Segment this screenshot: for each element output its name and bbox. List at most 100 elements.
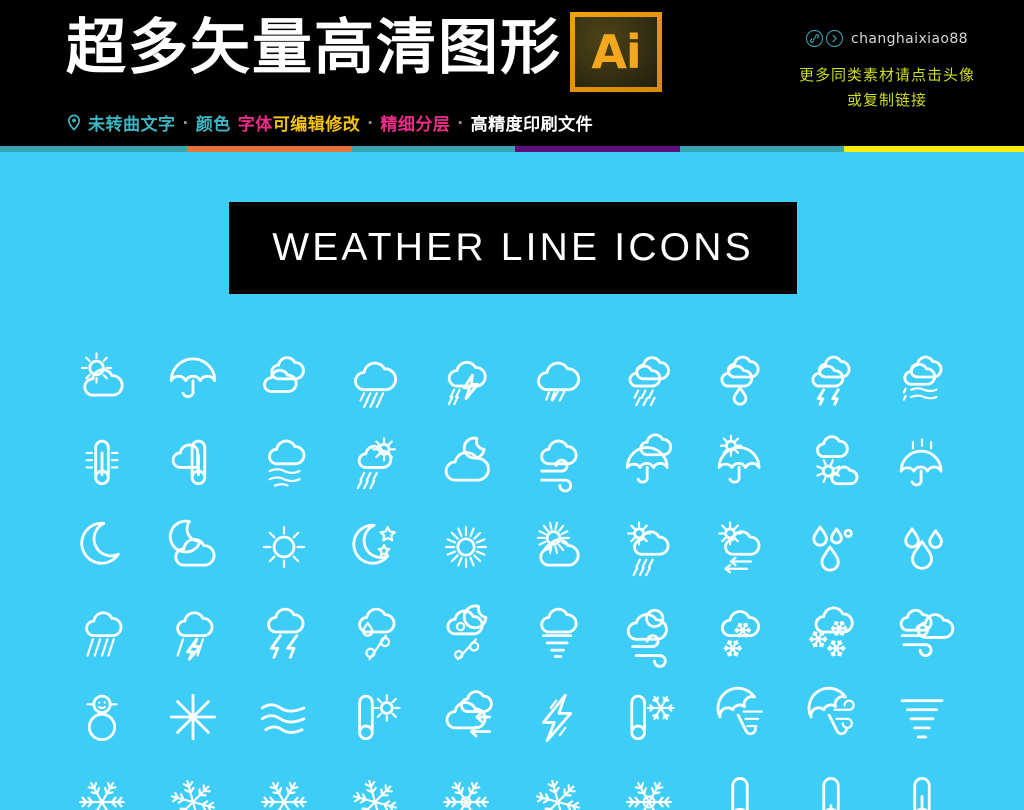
ai-logo-inner: Ai bbox=[575, 17, 657, 87]
icon-cell[interactable] bbox=[330, 334, 421, 419]
icon-cell[interactable] bbox=[56, 419, 147, 504]
icon-cell[interactable] bbox=[147, 759, 238, 810]
sun-cloud-arrows-icon bbox=[717, 520, 761, 573]
icon-cell[interactable] bbox=[877, 419, 968, 504]
icon-cell[interactable] bbox=[877, 334, 968, 419]
icon-cell[interactable] bbox=[786, 504, 877, 589]
icon-cell[interactable] bbox=[238, 504, 329, 589]
thermometer-empty-icon bbox=[731, 776, 749, 810]
cloud-umbrella-icon bbox=[625, 432, 672, 483]
icon-cell[interactable] bbox=[694, 504, 785, 589]
icon-cell[interactable] bbox=[603, 589, 694, 674]
snowflake-5-icon bbox=[443, 781, 490, 810]
cloud-wind-swirl-icon bbox=[900, 608, 955, 657]
icon-cell[interactable] bbox=[238, 419, 329, 504]
location-pin-icon bbox=[66, 114, 82, 131]
account-handle-row[interactable]: changhaixiao88 bbox=[762, 30, 1012, 47]
snowflake-6-icon bbox=[535, 779, 580, 810]
icon-cell[interactable] bbox=[421, 589, 512, 674]
icon-cell[interactable] bbox=[238, 334, 329, 419]
icon-cell[interactable] bbox=[877, 589, 968, 674]
umbrella-wind-icon bbox=[716, 686, 763, 735]
icon-cell[interactable] bbox=[56, 759, 147, 810]
icon-cell[interactable] bbox=[56, 334, 147, 419]
icon-cell[interactable] bbox=[786, 334, 877, 419]
icon-cell[interactable] bbox=[786, 589, 877, 674]
sun-cloud-rain-icon bbox=[356, 436, 397, 489]
cloud-lightning-rain-icon bbox=[448, 360, 488, 405]
icon-cell[interactable] bbox=[56, 589, 147, 674]
icon-cell[interactable] bbox=[421, 334, 512, 419]
icon-cell[interactable] bbox=[421, 674, 512, 759]
chevron-right-icon bbox=[826, 30, 843, 47]
icon-cell[interactable] bbox=[877, 674, 968, 759]
icon-cell[interactable] bbox=[512, 419, 603, 504]
icon-cell[interactable] bbox=[512, 759, 603, 810]
cloud-arrows-icon bbox=[445, 689, 494, 737]
icon-cell[interactable] bbox=[877, 759, 968, 810]
icon-cell[interactable] bbox=[603, 419, 694, 504]
feature-item-1: 未转曲文字 bbox=[88, 115, 176, 135]
icon-cell[interactable] bbox=[147, 334, 238, 419]
snowman-icon bbox=[86, 694, 118, 741]
icon-cell[interactable] bbox=[421, 419, 512, 504]
cloud-wind-gust-icon bbox=[626, 608, 668, 668]
moon-cloud-night-icon bbox=[168, 519, 216, 567]
cloud-double-lightning-icon bbox=[811, 355, 851, 406]
icon-cell[interactable] bbox=[147, 674, 238, 759]
icon-cell[interactable] bbox=[238, 589, 329, 674]
icon-cell[interactable] bbox=[147, 419, 238, 504]
icon-cell[interactable] bbox=[147, 504, 238, 589]
icon-cell[interactable] bbox=[421, 759, 512, 810]
icon-cell[interactable] bbox=[238, 674, 329, 759]
cloud-snow-icon bbox=[720, 609, 760, 656]
icon-cell[interactable] bbox=[694, 759, 785, 810]
moon-cloud-drop-bolt-icon bbox=[446, 604, 488, 660]
icon-cell[interactable] bbox=[694, 334, 785, 419]
cloud-single-drop-icon bbox=[720, 355, 760, 406]
cloud-heavy-snow-icon bbox=[809, 606, 854, 656]
sun-cloud-icon bbox=[536, 521, 580, 567]
account-note-line1: 更多同类素材请点击头像 bbox=[798, 66, 975, 84]
snowflake-2-icon bbox=[170, 779, 215, 810]
icon-cell[interactable] bbox=[56, 674, 147, 759]
icon-cell[interactable] bbox=[330, 419, 421, 504]
thermometer-snowflake-icon bbox=[630, 694, 675, 740]
account-note: 更多同类素材请点击头像 或复制链接 bbox=[762, 63, 1012, 113]
snowflake-star-icon bbox=[169, 693, 216, 740]
icon-cell[interactable] bbox=[56, 504, 147, 589]
moon-stars-icon bbox=[352, 523, 396, 565]
icon-cell[interactable] bbox=[330, 674, 421, 759]
feature-sep-2: · bbox=[367, 113, 374, 132]
cloud-rain-bolt-icon bbox=[176, 610, 214, 661]
icon-cell[interactable] bbox=[330, 504, 421, 589]
icon-cell[interactable] bbox=[512, 589, 603, 674]
icon-cell[interactable] bbox=[786, 419, 877, 504]
icon-cell[interactable] bbox=[786, 674, 877, 759]
icon-cell[interactable] bbox=[603, 674, 694, 759]
icon-cell[interactable] bbox=[512, 504, 603, 589]
icon-cell[interactable] bbox=[603, 759, 694, 810]
cloud-wind-rain-icon bbox=[903, 355, 943, 401]
icon-cell[interactable] bbox=[512, 674, 603, 759]
icon-cell[interactable] bbox=[694, 674, 785, 759]
icon-cell[interactable] bbox=[330, 759, 421, 810]
icon-cell[interactable] bbox=[694, 419, 785, 504]
feature-item-4: 精细分层 bbox=[380, 115, 451, 135]
account-block: changhaixiao88 更多同类素材请点击头像 或复制链接 bbox=[762, 30, 1012, 113]
icon-cell[interactable] bbox=[877, 504, 968, 589]
icon-cell[interactable] bbox=[512, 334, 603, 419]
account-handle: changhaixiao88 bbox=[851, 30, 968, 47]
banner-title: 超多矢量高清图形 bbox=[66, 13, 562, 83]
icon-cell[interactable] bbox=[694, 589, 785, 674]
icon-cell[interactable] bbox=[421, 504, 512, 589]
icon-cell[interactable] bbox=[786, 759, 877, 810]
icon-cell[interactable] bbox=[603, 504, 694, 589]
sun-icon bbox=[262, 525, 305, 568]
two-drops-icon bbox=[904, 526, 944, 570]
icon-cell[interactable] bbox=[330, 589, 421, 674]
icon-cell[interactable] bbox=[603, 334, 694, 419]
icon-cell[interactable] bbox=[238, 759, 329, 810]
cloud-thermometer-icon bbox=[171, 439, 206, 485]
icon-cell[interactable] bbox=[147, 589, 238, 674]
